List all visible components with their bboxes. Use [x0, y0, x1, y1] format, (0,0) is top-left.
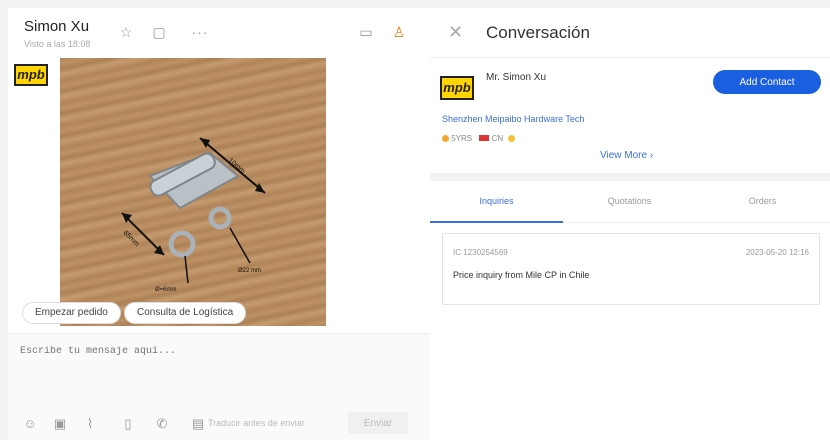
- image-icon[interactable]: ▣: [52, 416, 68, 432]
- gold-badge-icon: [508, 135, 516, 142]
- inquiry-id: IC 1230254569: [453, 248, 508, 257]
- years-badge: 5YRS: [451, 134, 473, 143]
- folder-icon[interactable]: ▭: [358, 24, 374, 40]
- attachment-icon[interactable]: ⌇: [82, 416, 98, 432]
- close-icon[interactable]: ✕: [448, 22, 463, 43]
- years-badge-icon: [442, 135, 449, 142]
- contact-name: Mr. Simon Xu: [486, 72, 547, 83]
- add-contact-button[interactable]: Add Contact: [713, 70, 821, 94]
- chat-contact-name[interactable]: Simon Xu: [24, 18, 89, 35]
- phone-icon[interactable]: ✆: [154, 416, 170, 432]
- view-more-link[interactable]: View More ›: [600, 150, 653, 161]
- tab-quotations[interactable]: Quotations: [563, 181, 696, 223]
- note-icon[interactable]: ▢: [151, 24, 167, 40]
- tab-orders[interactable]: Orders: [696, 181, 829, 223]
- company-logo: mpb: [440, 76, 474, 100]
- message-input[interactable]: [20, 346, 410, 406]
- avatar: mpb: [14, 64, 48, 86]
- country-flag-icon: [479, 135, 490, 141]
- photo-label-wire: Ø=6mm: [155, 287, 177, 293]
- product-photo[interactable]: 10mm 65mm Ø22 mm Ø=6mm: [60, 58, 326, 326]
- emoji-icon[interactable]: ☺: [22, 416, 38, 432]
- translate-label[interactable]: Traducir antes de enviar: [208, 418, 305, 428]
- chat-contact-status: Visto a las 18:08: [24, 39, 91, 49]
- country-badge: CN: [491, 134, 504, 143]
- document-icon[interactable]: ▯: [120, 416, 136, 432]
- tab-inquiries[interactable]: Inquiries: [430, 181, 563, 223]
- supplier-badges: 5YRS CN: [442, 134, 516, 143]
- page-title: Conversación: [486, 23, 590, 42]
- conversation-panel: ✕ Conversación mpb Mr. Simon Xu Add Cont…: [430, 8, 830, 440]
- send-button[interactable]: Enviar: [348, 412, 408, 434]
- conversation-header: ✕ Conversación: [430, 8, 830, 58]
- contact-card: mpb Mr. Simon Xu Add Contact Shenzhen Me…: [430, 58, 830, 173]
- profile-icon[interactable]: ♙: [391, 24, 407, 40]
- translate-icon[interactable]: ▤: [190, 416, 206, 432]
- quick-reply-logistics[interactable]: Consulta de Logística: [124, 302, 247, 324]
- inquiry-date: 2023-05-20 12:16: [745, 248, 809, 257]
- chat-header: Simon Xu Visto a las 18:08 ☆ ▢ ··· ▭ ♙: [8, 8, 430, 58]
- quick-reply-start-order[interactable]: Empezar pedido: [22, 302, 121, 324]
- photo-label-diameter: Ø22 mm: [238, 268, 261, 274]
- composer: ☺ ▣ ⌇ ▯ ✆ ▤ Traducir antes de enviar Env…: [8, 333, 430, 440]
- conversation-tabs: Inquiries Quotations Orders: [430, 181, 830, 223]
- message-list: mpb 10mm 65mm Ø22 mm Ø=6mm Empezar pedid…: [8, 58, 430, 333]
- star-icon[interactable]: ☆: [118, 24, 134, 40]
- inquiry-text: Price inquiry from Mile CP in Chile: [453, 270, 590, 280]
- company-link[interactable]: Shenzhen Meipaibo Hardware Tech: [442, 114, 584, 124]
- chat-panel: Simon Xu Visto a las 18:08 ☆ ▢ ··· ▭ ♙ m…: [8, 8, 430, 440]
- inquiry-card[interactable]: IC 1230254569 2023-05-20 12:16 Price inq…: [442, 233, 820, 305]
- section-divider: [430, 173, 830, 181]
- more-icon[interactable]: ···: [188, 24, 212, 40]
